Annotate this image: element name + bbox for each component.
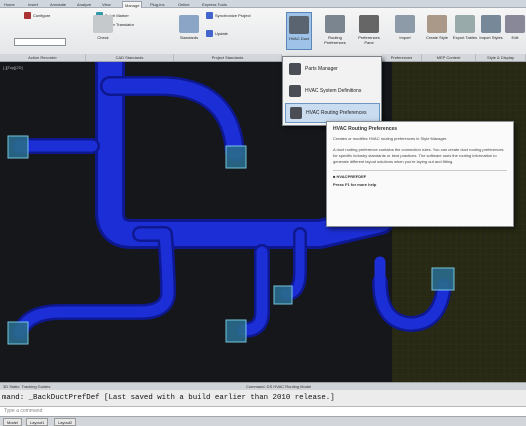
status-left-text: 3D Static: Tracking Guides [3, 384, 51, 389]
update-button[interactable]: Update [206, 30, 228, 37]
hvac-routing-preferences-item[interactable]: HVAC Routing Preferences [285, 103, 380, 123]
panel-label-mep-content: MEP Content [422, 54, 476, 61]
panel-label-action-recorder: Action Recorder [0, 54, 86, 61]
preferences-pane-button[interactable]: Preferences Pane [356, 12, 382, 50]
command-input[interactable]: Type a command [0, 406, 526, 416]
tab-view[interactable]: View [100, 1, 113, 8]
command-tooltip: HVAC Routing Preferences Creates or modi… [326, 121, 514, 227]
air-terminal [273, 285, 293, 305]
record-icon [24, 12, 31, 19]
ribbon: Configure Batch Marker Layer Translator … [0, 8, 526, 62]
check-button[interactable]: Check [90, 12, 116, 50]
wrench-icon [359, 15, 379, 33]
hvac-dropdown-menu: Parts Manager HVAC System Definitions HV… [282, 56, 382, 126]
command-history: mand: _BackDuctPrefDef [Last saved with … [0, 390, 526, 406]
layout-tab-layout1[interactable]: Layout1 [26, 418, 49, 426]
tooltip-summary: Creates or modifies HVAC routing prefere… [333, 136, 448, 141]
layout-tab-bar: Model Layout1 Layout2 [0, 416, 526, 426]
action-combo[interactable] [14, 38, 66, 46]
update-icon [206, 30, 213, 37]
tab-manage[interactable]: Manage [122, 1, 143, 8]
tooltip-description: A duct routing preference contains the c… [333, 147, 504, 164]
layout-tab-model[interactable]: Model [3, 418, 22, 426]
tab-online[interactable]: Online [176, 1, 192, 8]
hvac-system-definitions-item[interactable]: HVAC System Definitions [285, 81, 380, 101]
standards-button[interactable]: Standards [176, 12, 202, 50]
configure-button[interactable]: Configure [24, 12, 50, 19]
air-terminal [7, 321, 29, 345]
import-button[interactable]: Import [392, 12, 418, 50]
routing-preferences-button[interactable]: Routing Preferences [322, 12, 348, 50]
routing-preferences-icon [290, 107, 302, 119]
import-styles-button[interactable]: Import Styles [478, 12, 504, 50]
system-definitions-icon [289, 85, 301, 97]
routing-icon [325, 15, 345, 33]
parts-manager-item[interactable]: Parts Manager [285, 59, 380, 79]
tab-annotate[interactable]: Annotate [48, 1, 68, 8]
tab-insert[interactable]: Insert [26, 1, 40, 8]
tab-home[interactable]: Home [2, 1, 17, 8]
styles-icon [481, 15, 501, 33]
tooltip-command-name: ■ HVACPREFDEF [333, 174, 367, 179]
air-terminal [225, 319, 247, 343]
sync-icon [206, 12, 213, 19]
tab-express-tools[interactable]: Express Tools [200, 1, 229, 8]
synchronize-project-button[interactable]: Synchronize Project [206, 12, 251, 19]
hvac-duct-button[interactable]: HVAC Duct [286, 12, 312, 50]
panel-label-preferences: Preferences [382, 54, 422, 61]
tooltip-title: HVAC Routing Preferences [333, 126, 398, 132]
create-style-button[interactable]: Create Style [424, 12, 450, 50]
tooltip-divider [333, 170, 507, 171]
air-terminal [7, 135, 29, 159]
tooltip-help-hint: Press F1 for more help [333, 182, 377, 187]
air-terminal [431, 267, 455, 291]
table-icon [455, 15, 475, 33]
tab-analyze[interactable]: Analyze [75, 1, 93, 8]
standards-icon [179, 15, 199, 33]
ribbon-tab-bar: Home Insert Annotate Analyze View Manage Plug-… [0, 0, 526, 8]
layout-tab-layout2[interactable]: Layout2 [54, 418, 77, 426]
duct-icon [289, 16, 309, 34]
edit-button[interactable]: Edit [502, 12, 526, 50]
tab-plug-ins[interactable]: Plug-ins [148, 1, 166, 8]
edit-icon [505, 15, 525, 33]
air-terminal [225, 145, 247, 169]
panel-label-project-standards: Project Standards [174, 54, 282, 61]
viewport-status-bar: 3D Static: Tracking Guides Command: DS H… [0, 382, 526, 390]
panel-label-cad-standards: CAD Standards [86, 54, 174, 61]
status-mid-text: Command: DS HVAC Routing Model [246, 384, 312, 389]
style-icon [427, 15, 447, 33]
viewport-label[interactable]: [-][Top][2D] [3, 65, 23, 70]
parts-icon [289, 63, 301, 75]
import-icon [395, 15, 415, 33]
panel-label-style-display: Style & Display [476, 54, 526, 61]
export-tables-button[interactable]: Export Tables [452, 12, 478, 50]
check-icon [93, 15, 113, 33]
